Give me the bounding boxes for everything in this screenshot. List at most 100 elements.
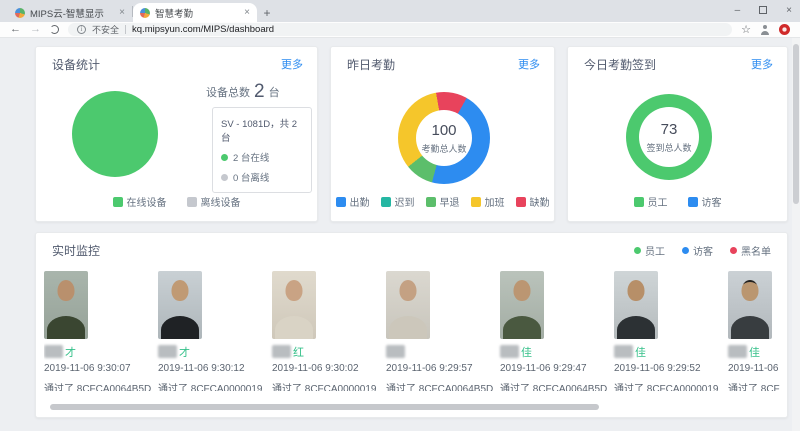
tab-title: 智慧考勤 [155, 6, 239, 20]
offline-dot-icon [221, 174, 228, 181]
site-info-icon[interactable]: i [77, 25, 86, 34]
tab-close-icon[interactable]: × [119, 8, 125, 18]
legend-label: 出勤 [350, 194, 370, 209]
legend-employee[interactable]: 员工 [634, 194, 668, 209]
name-redaction [614, 345, 633, 358]
capture-photo [728, 271, 772, 339]
person-name: 佳 [728, 345, 760, 358]
yesterday-legend: 出勤 迟到 早退 加班 缺勤 [339, 194, 546, 209]
person-silhouette [58, 280, 75, 301]
legend-early-leave[interactable]: 早退 [426, 194, 460, 209]
capture-photo [272, 271, 316, 339]
profile-avatar-icon[interactable] [760, 25, 770, 35]
today-checkin-card: 今日考勤签到 更多 73 签到总人数 员工 访客 [567, 46, 788, 222]
person-silhouette [514, 280, 531, 301]
person-silhouette [400, 280, 417, 301]
device-model-line: SV - 1081D，共 2 台 [221, 116, 303, 144]
card-title: 实时监控 [52, 242, 100, 259]
vertical-scrollbar-thumb[interactable] [793, 44, 799, 204]
back-icon[interactable]: ← [10, 24, 21, 35]
forward-icon[interactable]: → [30, 24, 41, 35]
person-silhouette [286, 280, 303, 301]
legend-employee[interactable]: 员工 [634, 243, 665, 258]
legend-absent[interactable]: 缺勤 [516, 194, 550, 209]
legend-swatch-icon [426, 197, 436, 207]
donut-center: 100 考勤总人数 [416, 110, 472, 166]
bookmark-star-icon[interactable]: ☆ [741, 23, 751, 36]
legend-dot-icon [730, 247, 737, 254]
reload-icon[interactable] [50, 25, 59, 34]
legend-visitor[interactable]: 访客 [682, 243, 713, 258]
device-total-prefix: 设备总数 [206, 84, 250, 100]
legend-present[interactable]: 出勤 [336, 194, 370, 209]
legend-swatch-icon [471, 197, 481, 207]
attendance-total-label: 考勤总人数 [421, 142, 466, 155]
tab-smart-attendance[interactable]: 智慧考勤 × [133, 3, 257, 22]
name-redaction [728, 345, 747, 358]
name-redaction [386, 345, 405, 358]
more-link[interactable]: 更多 [281, 56, 303, 72]
person-silhouette [742, 280, 759, 301]
horizontal-scrollbar[interactable] [50, 404, 773, 410]
legend-swatch-icon [187, 197, 197, 207]
capture-card: 佳 2019-11-06 9:29:52 通过了 8CFCA0000019 [614, 271, 728, 391]
browser-profile-icon[interactable] [779, 24, 790, 35]
more-link[interactable]: 更多 [518, 56, 540, 72]
more-link[interactable]: 更多 [751, 56, 773, 72]
new-tab-button[interactable]: + [257, 3, 277, 22]
capture-photo [158, 271, 202, 339]
vertical-scrollbar[interactable] [792, 38, 800, 431]
legend-swatch-icon [381, 197, 391, 207]
legend-label: 在线设备 [127, 194, 167, 209]
monitor-legend: 员工 访客 黑名单 [634, 243, 771, 258]
horizontal-scrollbar-thumb[interactable] [50, 404, 599, 410]
favicon-icon [140, 8, 150, 18]
ring-center: 73 签到总人数 [639, 107, 699, 167]
legend-label: 迟到 [395, 194, 415, 209]
name-redaction [44, 345, 63, 358]
capture-time: 2019-11-06 9:29:52 [614, 363, 701, 374]
favicon-icon [15, 8, 25, 18]
card-title: 昨日考勤 [347, 56, 395, 73]
capture-time: 2019-11-06 9:29:57 [386, 363, 473, 374]
window-maximize-button[interactable] [759, 6, 767, 14]
browser-toolbar: ← → i 不安全 kq.mipsyun.com/MIPS/dashboard … [0, 22, 800, 38]
legend-online-devices[interactable]: 在线设备 [113, 194, 167, 209]
legend-swatch-icon [516, 197, 526, 207]
online-dot-icon [221, 154, 228, 161]
online-count: 2 台在线 [233, 150, 269, 164]
legend-late[interactable]: 迟到 [381, 194, 415, 209]
capture-device: 通过了 8CFCA0064B5D [500, 380, 607, 391]
legend-offline-devices[interactable]: 离线设备 [187, 194, 241, 209]
legend-label: 员工 [648, 194, 668, 209]
tab-mips-display[interactable]: MIPS云-智慧显示 × [8, 3, 132, 22]
person-name: 才 [158, 345, 190, 358]
yesterday-donut-chart: 100 考勤总人数 [398, 92, 490, 184]
address-bar[interactable]: i 不安全 kq.mipsyun.com/MIPS/dashboard [68, 23, 732, 36]
checkin-total-label: 签到总人数 [646, 141, 691, 154]
legend-visitor[interactable]: 访客 [688, 194, 722, 209]
device-total: 设备总数 2 台 [206, 83, 280, 100]
security-label: 不安全 [92, 23, 119, 36]
capture-device: 通过了 8CFCA0064B5D [44, 380, 151, 391]
window-minimize-button[interactable]: – [735, 5, 741, 16]
legend-label: 访客 [702, 194, 722, 209]
capture-list: 才 2019-11-06 9:30:07 通过了 8CFCA0064B5D 才 … [44, 271, 781, 391]
legend-swatch-icon [634, 197, 644, 207]
legend-dot-icon [682, 247, 689, 254]
window-close-button[interactable]: × [786, 5, 792, 16]
device-total-value: 2 [254, 83, 265, 100]
tab-close-icon[interactable]: × [244, 8, 250, 18]
capture-card: 2019-11-06 9:29:57 通过了 8CFCA0064B5D [386, 271, 500, 391]
today-legend: 员工 访客 [576, 194, 779, 209]
tab-title: MIPS云-智慧显示 [30, 6, 114, 20]
person-silhouette [628, 280, 645, 301]
capture-time: 2019-11-06 9:30:12 [158, 363, 245, 374]
capture-photo [500, 271, 544, 339]
person-name: 红 [272, 345, 304, 358]
legend-blacklist[interactable]: 黑名单 [730, 243, 771, 258]
capture-time: 2019-11-06 9:30:02 [272, 363, 359, 374]
capture-time: 2019-11-06 9:2 [728, 363, 781, 374]
legend-overtime[interactable]: 加班 [471, 194, 505, 209]
person-name: 佳 [500, 345, 532, 358]
